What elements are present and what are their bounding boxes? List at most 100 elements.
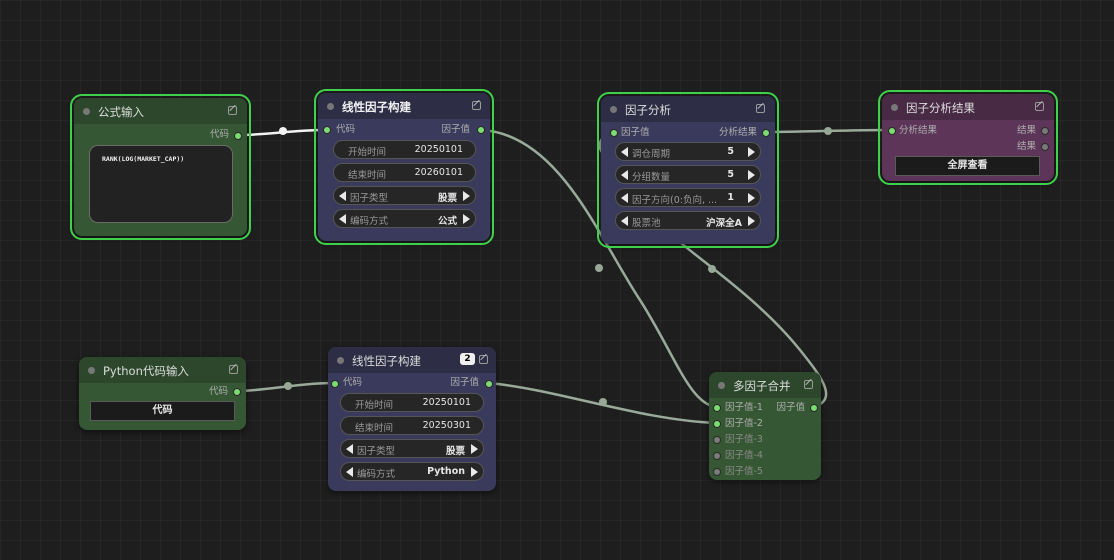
collapse-dot-icon[interactable] xyxy=(88,367,95,374)
edit-icon[interactable] xyxy=(472,101,481,110)
arrow-left-icon[interactable] xyxy=(339,214,346,224)
multi-factor-merge-node[interactable]: 多因子合并 因子值 因子值-1 因子值-2 因子值-3 因子值-4 因子值-5 xyxy=(709,372,821,480)
edit-icon[interactable] xyxy=(1035,102,1044,111)
version-badge: 2 xyxy=(460,353,475,365)
edit-icon[interactable] xyxy=(804,380,813,389)
arrow-right-icon[interactable] xyxy=(748,147,755,157)
reroute-point[interactable] xyxy=(279,127,287,135)
reroute-point[interactable] xyxy=(708,265,716,273)
node-header[interactable]: Python代码输入 xyxy=(79,357,246,383)
factor-analysis-node[interactable]: 因子分析 因子值 分析结果 调仓周期 5 分组数量 5 因子方向(0:负向, .… xyxy=(597,92,779,248)
start-time-field[interactable]: 开始时间 20250101 xyxy=(333,140,476,159)
encoding-combo[interactable]: 编码方式 Python xyxy=(340,462,484,481)
linear-factor-node-1[interactable]: 线性因子构建 代码 因子值 开始时间 20250101 结束时间 2026010… xyxy=(314,89,494,245)
start-time-field[interactable]: 开始时间 20250101 xyxy=(340,393,484,412)
node-title: 因子分析 xyxy=(625,103,671,117)
end-time-field[interactable]: 结束时间 20250301 xyxy=(340,416,484,435)
input-label: 代码 xyxy=(343,377,363,388)
input-port-factor-2[interactable] xyxy=(713,420,721,428)
collapse-dot-icon[interactable] xyxy=(891,104,898,111)
node-title: Python代码输入 xyxy=(103,364,189,378)
output-port-code[interactable] xyxy=(233,388,241,396)
input-port-factor-1[interactable] xyxy=(713,404,721,412)
arrow-left-icon[interactable] xyxy=(346,467,353,477)
node-header[interactable]: 线性因子构建 xyxy=(318,93,490,119)
input-port-analysis[interactable] xyxy=(888,127,896,135)
output-label: 分析结果 xyxy=(718,127,757,138)
arrow-left-icon[interactable] xyxy=(621,216,628,226)
collapse-dot-icon[interactable] xyxy=(327,103,334,110)
collapse-dot-icon[interactable] xyxy=(718,382,725,389)
node-title: 线性因子构建 xyxy=(342,100,411,114)
input-port-factor[interactable] xyxy=(610,129,618,137)
arrow-left-icon[interactable] xyxy=(621,147,628,157)
input-port-factor-3[interactable] xyxy=(713,436,721,444)
input-label: 因子值-2 xyxy=(725,418,763,429)
output-label: 结果 xyxy=(1016,141,1036,152)
collapse-dot-icon[interactable] xyxy=(337,357,344,364)
input-port-code[interactable] xyxy=(331,380,339,388)
input-label: 分析结果 xyxy=(899,125,938,136)
edit-icon[interactable] xyxy=(479,355,488,364)
formula-textarea[interactable]: RANK(LOG(MARKET_CAP)) xyxy=(89,145,233,223)
arrow-right-icon[interactable] xyxy=(748,216,755,226)
edit-icon[interactable] xyxy=(229,365,238,374)
output-port-factor[interactable] xyxy=(810,404,818,412)
collapse-dot-icon[interactable] xyxy=(83,108,90,115)
encoding-combo[interactable]: 编码方式 公式 xyxy=(333,209,476,228)
output-label: 代码 xyxy=(209,129,229,140)
factor-type-combo[interactable]: 因子类型 股票 xyxy=(340,439,484,458)
node-header[interactable]: 多因子合并 xyxy=(709,372,821,398)
arrow-left-icon[interactable] xyxy=(339,191,346,201)
reroute-point[interactable] xyxy=(284,382,292,390)
edit-icon[interactable] xyxy=(756,104,765,113)
node-header[interactable]: 因子分析结果 xyxy=(882,94,1054,120)
stock-pool-combo[interactable]: 股票池 沪深全A xyxy=(615,211,761,230)
formula-input-node[interactable]: 公式输入 代码 RANK(LOG(MARKET_CAP)) xyxy=(70,94,251,240)
arrow-right-icon[interactable] xyxy=(471,444,478,454)
python-input-node[interactable]: Python代码输入 代码 代码 xyxy=(79,357,246,430)
connection-wires xyxy=(237,128,891,425)
reroute-point[interactable] xyxy=(599,398,607,406)
end-time-field[interactable]: 结束时间 20260101 xyxy=(333,163,476,182)
input-port-factor-5[interactable] xyxy=(713,468,721,476)
rebalance-period-stepper[interactable]: 调仓周期 5 xyxy=(615,142,761,161)
reroute-point[interactable] xyxy=(595,264,603,272)
arrow-right-icon[interactable] xyxy=(471,467,478,477)
fullscreen-view-button[interactable]: 全屏查看 xyxy=(895,156,1040,176)
edit-icon[interactable] xyxy=(228,106,237,115)
output-label: 因子值 xyxy=(450,377,479,388)
output-port-code[interactable] xyxy=(234,132,242,140)
arrow-right-icon[interactable] xyxy=(748,193,755,203)
arrow-right-icon[interactable] xyxy=(748,170,755,180)
arrow-left-icon[interactable] xyxy=(346,444,353,454)
output-label: 结果 xyxy=(1016,125,1036,136)
output-port-factor[interactable] xyxy=(477,126,485,134)
output-port-result-2[interactable] xyxy=(1041,143,1049,151)
node-title: 线性因子构建 xyxy=(352,354,421,368)
arrow-left-icon[interactable] xyxy=(621,193,628,203)
input-port-code[interactable] xyxy=(323,126,331,134)
output-port-result-1[interactable] xyxy=(1041,127,1049,135)
node-header[interactable]: 因子分析 xyxy=(601,96,775,122)
factor-direction-stepper[interactable]: 因子方向(0:负向, ... 1 xyxy=(615,188,761,207)
node-header[interactable]: 线性因子构建 2 xyxy=(328,347,496,373)
input-label: 因子值-4 xyxy=(725,450,763,461)
node-header[interactable]: 公式输入 xyxy=(74,98,247,124)
collapse-dot-icon[interactable] xyxy=(610,106,617,113)
input-port-factor-4[interactable] xyxy=(713,452,721,460)
output-label: 因子值 xyxy=(776,402,805,413)
output-port-factor[interactable] xyxy=(485,380,493,388)
input-label: 因子值 xyxy=(621,127,650,138)
reroute-point[interactable] xyxy=(824,127,832,135)
factor-type-combo[interactable]: 因子类型 股票 xyxy=(333,186,476,205)
output-port-analysis[interactable] xyxy=(762,129,770,137)
group-count-stepper[interactable]: 分组数量 5 xyxy=(615,165,761,184)
factor-result-node[interactable]: 因子分析结果 分析结果 结果 结果 全屏查看 xyxy=(878,90,1058,185)
code-button[interactable]: 代码 xyxy=(90,401,235,421)
arrow-right-icon[interactable] xyxy=(463,214,470,224)
arrow-left-icon[interactable] xyxy=(621,170,628,180)
input-label: 代码 xyxy=(336,124,356,135)
linear-factor-node-2[interactable]: 线性因子构建 2 代码 因子值 开始时间 20250101 结束时间 20250… xyxy=(328,347,496,491)
arrow-right-icon[interactable] xyxy=(463,191,470,201)
